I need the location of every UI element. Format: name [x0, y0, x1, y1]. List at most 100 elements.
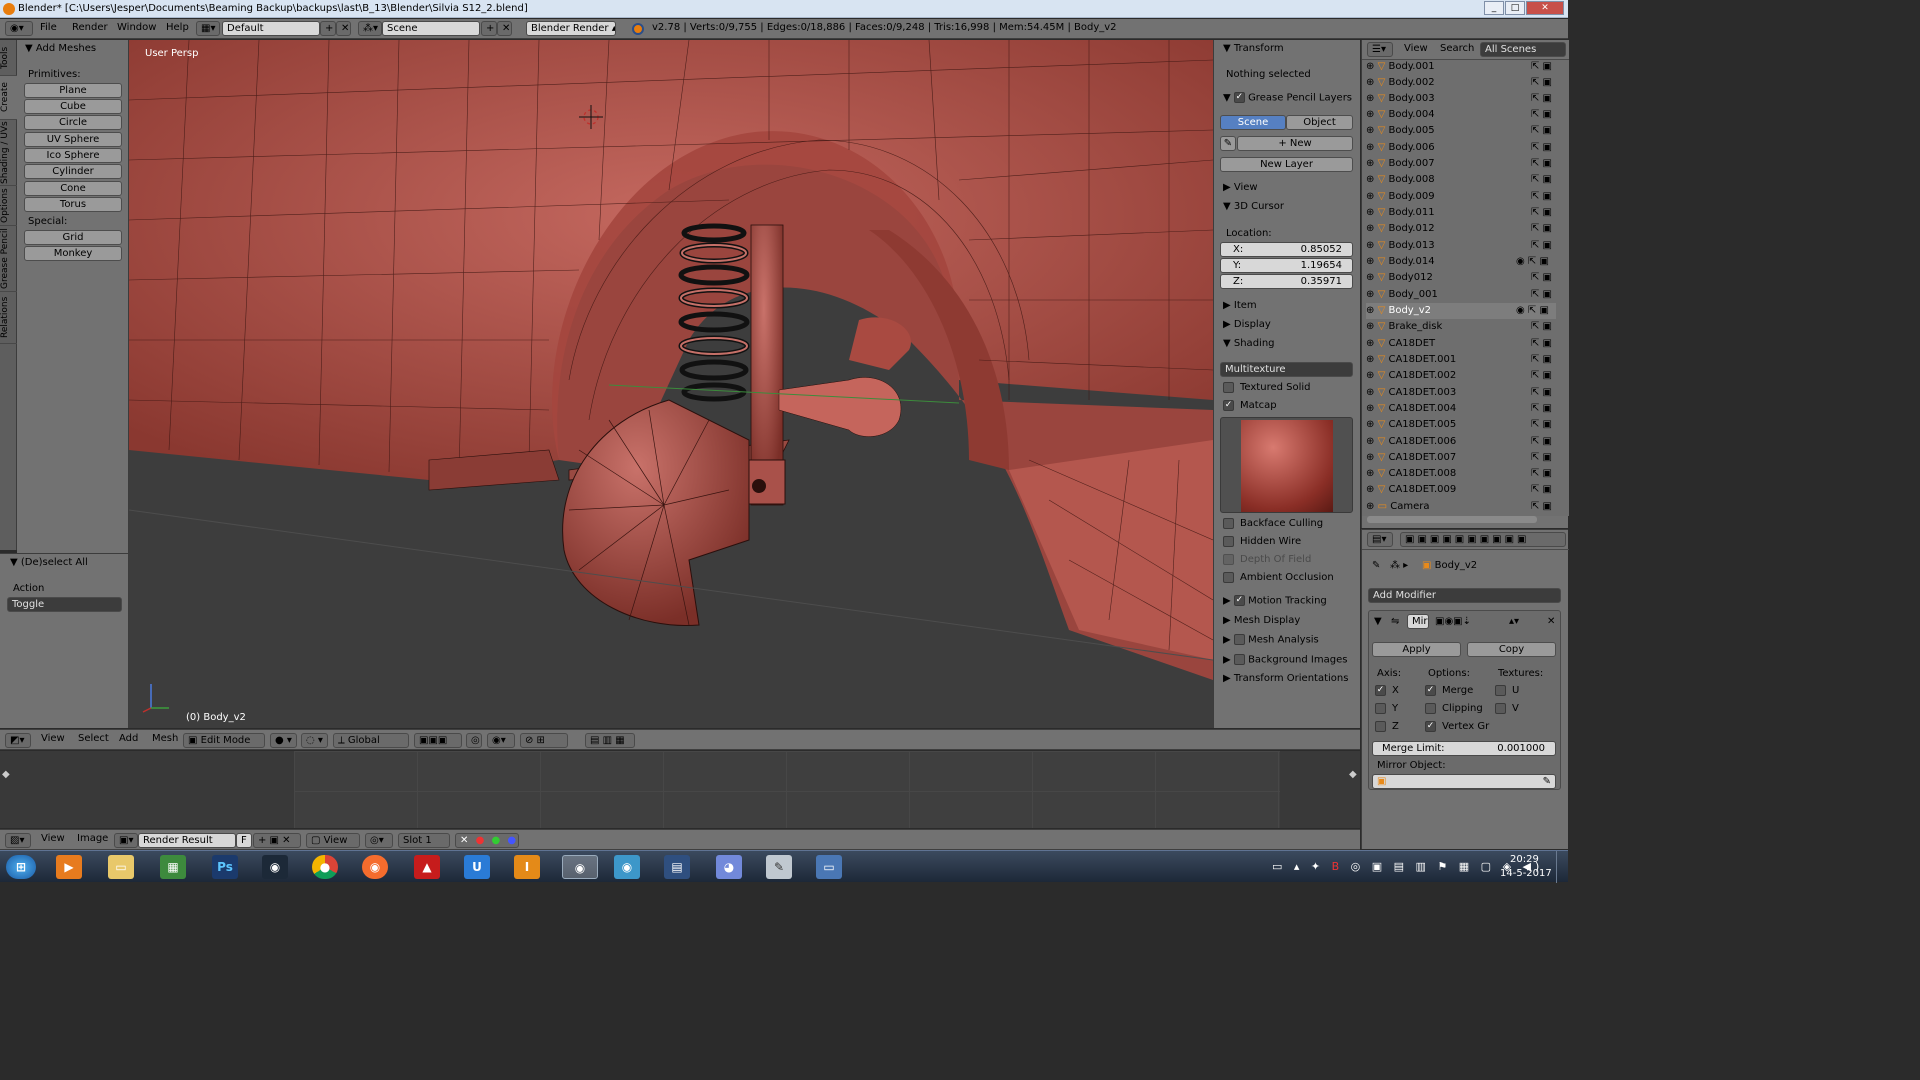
fake-user-button[interactable]: F	[236, 833, 252, 848]
spreadsheet-app-icon[interactable]: ▦	[160, 855, 186, 879]
editor-type-button[interactable]: ◉▾	[5, 21, 33, 36]
file-explorer-icon[interactable]: ▭	[108, 855, 134, 879]
expand-icon[interactable]: ⊕	[1366, 191, 1374, 202]
list-item[interactable]: ⊕ ▭ Camera ⇱ ▣	[1366, 499, 1556, 515]
discord-icon[interactable]: ◕	[716, 855, 742, 879]
visibility-icon[interactable]: ⇱ ▣	[1531, 91, 1552, 107]
item-header[interactable]: ▶ Item	[1223, 300, 1257, 311]
expand-icon[interactable]: ⊕	[1366, 240, 1374, 251]
show-desktop-button[interactable]	[1556, 851, 1568, 883]
operator-header[interactable]: ▼ (De)select All	[10, 557, 88, 568]
tab-relations[interactable]: Relations	[0, 292, 17, 344]
mesh-display-header[interactable]: ▶ Mesh Display	[1223, 615, 1300, 626]
background-images-header[interactable]: ▶ Background Images	[1223, 654, 1347, 666]
orientation-select[interactable]: ⟂ Global	[333, 733, 409, 748]
texture-u-checkbox[interactable]	[1495, 685, 1506, 696]
chrome-icon[interactable]: ●	[312, 855, 338, 879]
axis-z-checkbox[interactable]	[1375, 721, 1386, 732]
texture-v-checkbox[interactable]	[1495, 703, 1506, 714]
visibility-icon[interactable]: ⇱ ▣	[1531, 221, 1552, 237]
menu-view[interactable]: View	[41, 733, 65, 744]
add-layout-button[interactable]: +	[320, 21, 336, 36]
expand-icon[interactable]: ⊕	[1366, 174, 1374, 185]
visibility-icon[interactable]: ⇱ ▣	[1531, 189, 1552, 205]
add-monkey-button[interactable]: Monkey	[24, 246, 122, 261]
remove-layout-button[interactable]: ✕	[336, 21, 351, 36]
grease-pencil-header[interactable]: ▼ ✓ Grease Pencil Layers	[1223, 92, 1352, 104]
illustrator-app-icon[interactable]: I	[514, 855, 540, 879]
expand-icon[interactable]: ⊕	[1366, 484, 1374, 495]
visibility-icon[interactable]: ⇱ ▣	[1531, 123, 1552, 139]
blender-taskbar-icon[interactable]: ◉	[562, 855, 598, 879]
visibility-icon[interactable]: ⇱ ▣	[1531, 75, 1552, 91]
visibility-icon[interactable]: ⇱ ▣	[1531, 352, 1552, 368]
menu-render[interactable]: Render	[72, 22, 108, 33]
list-item[interactable]: ⊕ ▽ Body.009 ⇱ ▣	[1366, 189, 1556, 205]
right-scroll-arrow-icon[interactable]: ◆	[1349, 769, 1357, 780]
merge-checkbox[interactable]: ✓	[1425, 685, 1436, 696]
slot-select[interactable]: Slot 1	[398, 833, 450, 848]
background-images-checkbox[interactable]	[1233, 654, 1245, 665]
list-item[interactable]: ⊕ ▽ CA18DET.005 ⇱ ▣	[1366, 417, 1556, 433]
tab-create[interactable]: Create	[0, 76, 17, 120]
scene-icon[interactable]: ⁂▾	[358, 21, 382, 36]
visibility-icon[interactable]: ⇱ ▣	[1531, 172, 1552, 188]
gp-new-button[interactable]: + New	[1237, 136, 1353, 151]
eye-icon[interactable]: ◉ ⇱ ▣	[1516, 303, 1549, 319]
layout-icon[interactable]: ▦▾	[196, 21, 220, 36]
mode-select[interactable]: ▣ Edit Mode	[183, 733, 265, 748]
menu-view[interactable]: View	[41, 833, 65, 844]
matcap-checkbox[interactable]: ✓	[1223, 400, 1234, 411]
visibility-icon[interactable]: ⇱ ▣	[1531, 466, 1552, 482]
outliner-search-menu[interactable]: Search	[1440, 43, 1474, 54]
depth-of-field-checkbox[interactable]	[1223, 554, 1234, 565]
visibility-icon[interactable]: ⇱ ▣	[1531, 59, 1552, 75]
expand-icon[interactable]: ⊕	[1366, 387, 1374, 398]
photoshop-icon[interactable]: Ps	[212, 855, 238, 879]
shading-select[interactable]: ● ▾	[270, 733, 297, 748]
add-plane-button[interactable]: Plane	[24, 83, 122, 98]
shading-header[interactable]: ▼ Shading	[1223, 338, 1275, 349]
editor-type-button[interactable]: ▨▾	[5, 833, 31, 848]
visibility-icon[interactable]: ⇱ ▣	[1531, 482, 1552, 498]
list-item[interactable]: ⊕ ▽ CA18DET.006 ⇱ ▣	[1366, 434, 1556, 450]
cursor-z-field[interactable]: Z: 0.35971	[1220, 274, 1353, 289]
mesh-analysis-header[interactable]: ▶ Mesh Analysis	[1223, 634, 1319, 646]
modifier-name-field[interactable]: Mir	[1407, 614, 1429, 629]
add-cylinder-button[interactable]: Cylinder	[24, 164, 122, 179]
list-item[interactable]: ⊕ ▽ CA18DET.008 ⇱ ▣	[1366, 466, 1556, 482]
list-item[interactable]: ⊕ ▽ Body.005 ⇱ ▣	[1366, 123, 1556, 139]
action-select[interactable]: Toggle	[7, 597, 122, 612]
ambient-occlusion-checkbox[interactable]	[1223, 572, 1234, 583]
expand-icon[interactable]: ⊕	[1366, 256, 1374, 267]
gp-object-tab[interactable]: Object	[1286, 115, 1353, 130]
gp-scene-tab[interactable]: Scene	[1220, 115, 1286, 130]
axis-x-checkbox[interactable]: ✓	[1375, 685, 1386, 696]
window-app-icon[interactable]: ▭	[816, 855, 842, 879]
list-item-active[interactable]: ⊕ ▽ Body_v2 ◉ ⇱ ▣	[1366, 303, 1556, 319]
3d-viewport[interactable]: User Persp (0) Body_v2	[129, 40, 1213, 728]
list-item[interactable]: ⊕ ▽ Body.007 ⇱ ▣	[1366, 156, 1556, 172]
channel-toggle-icons[interactable]: ✕ ● ● ●	[455, 833, 519, 848]
expand-icon[interactable]: ⊕	[1366, 305, 1374, 316]
copy-button[interactable]: Copy	[1467, 642, 1556, 657]
add-grid-button[interactable]: Grid	[24, 230, 122, 245]
expand-icon[interactable]: ⊕	[1366, 419, 1374, 430]
expand-icon[interactable]: ⊕	[1366, 158, 1374, 169]
list-item[interactable]: ⊕ ▽ CA18DET.009 ⇱ ▣	[1366, 482, 1556, 498]
snap-icon[interactable]: ⊘ ⊞	[520, 733, 568, 748]
layers-toggle-icon[interactable]: ▣▣▣	[414, 733, 462, 748]
eye-icon[interactable]: ◉ ⇱ ▣	[1516, 254, 1549, 270]
minimize-button[interactable]: _	[1484, 1, 1504, 15]
cursor-x-field[interactable]: X: 0.85052	[1220, 242, 1353, 257]
clock-time[interactable]: 20:29	[1510, 854, 1539, 865]
cursor-y-field[interactable]: Y: 1.19654	[1220, 258, 1353, 273]
list-item[interactable]: ⊕ ▽ Body.008 ⇱ ▣	[1366, 172, 1556, 188]
clipping-checkbox[interactable]	[1425, 703, 1436, 714]
expand-icon[interactable]: ⊕	[1366, 338, 1374, 349]
remove-modifier-icon[interactable]: ✕	[1547, 616, 1555, 627]
editor-type-button[interactable]: ◩▾	[5, 733, 31, 748]
expand-icon[interactable]: ⊕	[1366, 370, 1374, 381]
outliner-editor-type-button[interactable]: ☰▾	[1367, 42, 1393, 57]
scene-field[interactable]: Scene	[382, 21, 480, 36]
